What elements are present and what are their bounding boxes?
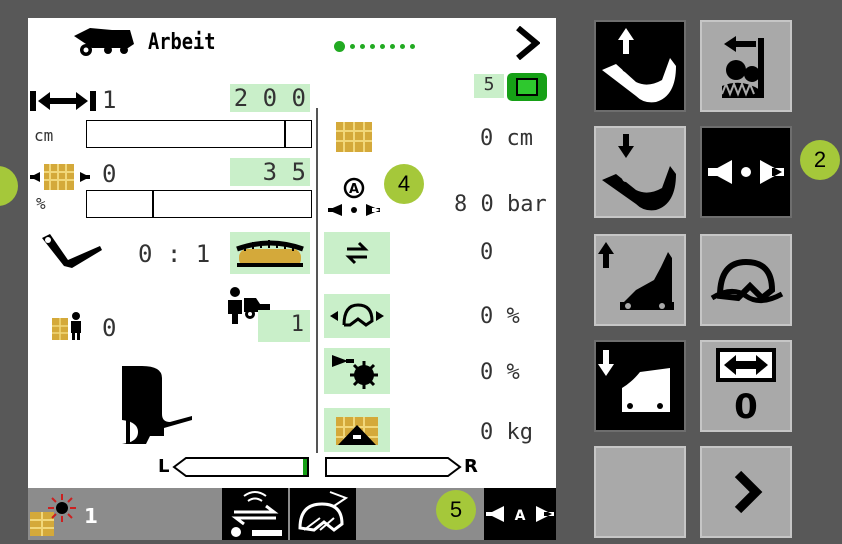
column-divider (316, 108, 318, 453)
work-light-count: 1 (84, 504, 98, 528)
pager-dot (370, 44, 375, 49)
baler-icon (72, 26, 138, 58)
pager-dot (400, 44, 405, 49)
bale-length-readout: 0 cm (480, 126, 533, 151)
pressure-bar (86, 190, 312, 218)
percent-readout-1: 0 % (480, 304, 520, 329)
pager-dot (410, 44, 415, 49)
rotor-knife-icon[interactable] (324, 348, 390, 394)
operator-number-field[interactable]: 1 (258, 310, 310, 342)
page-indicator (334, 41, 415, 52)
empty-softkey[interactable] (594, 446, 686, 538)
bale-length-icon (28, 88, 98, 114)
pickup-flow-button[interactable] (700, 20, 792, 112)
svg-text:0: 0 (734, 387, 758, 427)
svg-text:A: A (349, 182, 359, 197)
balance-left-label: L (158, 456, 170, 477)
pager-dot (390, 44, 395, 49)
next-softkey-button[interactable] (700, 446, 792, 538)
length-bar (86, 120, 312, 148)
callout-badge-partial (0, 166, 18, 206)
bale-counter-value: 0 (102, 314, 117, 342)
knife-ratio: 0 : 1 (138, 240, 211, 268)
bale-weight-icon[interactable] (324, 408, 390, 452)
reset-length-button[interactable]: 0 (700, 340, 792, 432)
terminal-number: 5 (474, 74, 504, 98)
status-bar: 1 A (28, 488, 556, 540)
pressure-unit-label: % (36, 194, 46, 213)
net-wrap-status-icon[interactable] (290, 488, 356, 540)
pager-dot-active (334, 41, 345, 52)
callout-badge-4: 4 (384, 164, 424, 204)
pressure-setpoint: 0 (102, 160, 117, 188)
net-wrap-icon[interactable] (324, 294, 390, 338)
pressure-value-field[interactable]: 3 5 (230, 158, 310, 186)
auto-density-icon[interactable]: A (484, 488, 556, 540)
length-setpoint: 1 (102, 86, 117, 114)
callout-badge-2: 2 (800, 140, 840, 180)
tailgate-lower-button[interactable] (594, 340, 686, 432)
length-value-field[interactable]: 2 0 0 (230, 84, 310, 112)
percent-readout-2: 0 % (480, 360, 520, 385)
tailgate-raise-button[interactable] (594, 234, 686, 326)
density-compress-button[interactable] (700, 126, 792, 218)
svg-text:A: A (515, 508, 526, 524)
main-screen: Arbeit 1 2 0 0 cm 0 3 5 % 0 : 1 0 1 5 0 … (28, 18, 556, 540)
pressure-readout: 8 0 bar (454, 192, 547, 217)
counter-readout: 0 (480, 240, 494, 265)
pressure-bar-marker (151, 191, 154, 217)
pager-dot (380, 44, 385, 49)
pickup-raise-button[interactable] (594, 20, 686, 112)
bale-counter-icon (50, 310, 90, 340)
net-wrap-button[interactable] (700, 234, 792, 326)
pager-dot (360, 44, 365, 49)
pickup-bale-icon[interactable] (230, 232, 310, 274)
balance-right-bar (324, 456, 464, 478)
callout-badge-5: 5 (436, 490, 476, 530)
terminal-icon (506, 72, 548, 102)
auto-pressure-icon: A (326, 176, 382, 222)
bale-length-symbol-icon (334, 120, 374, 154)
bale-pressure-icon (28, 160, 98, 194)
knife-icon (38, 232, 104, 272)
pickup-lower-button[interactable] (594, 126, 686, 218)
page-title: Arbeit (148, 30, 216, 55)
weight-readout: 0 kg (480, 420, 533, 445)
pager-dot (350, 44, 355, 49)
balance-right-label: R (464, 456, 478, 477)
wireless-tractor-icon[interactable] (222, 488, 288, 540)
chamber-position-icon (122, 364, 212, 446)
work-light-icon[interactable] (28, 492, 84, 538)
length-bar-marker (284, 121, 287, 147)
balance-left-bar (172, 456, 312, 478)
next-page-arrow-icon[interactable] (514, 26, 540, 60)
length-unit-label: cm (34, 126, 54, 145)
swap-direction-icon[interactable] (324, 232, 390, 274)
